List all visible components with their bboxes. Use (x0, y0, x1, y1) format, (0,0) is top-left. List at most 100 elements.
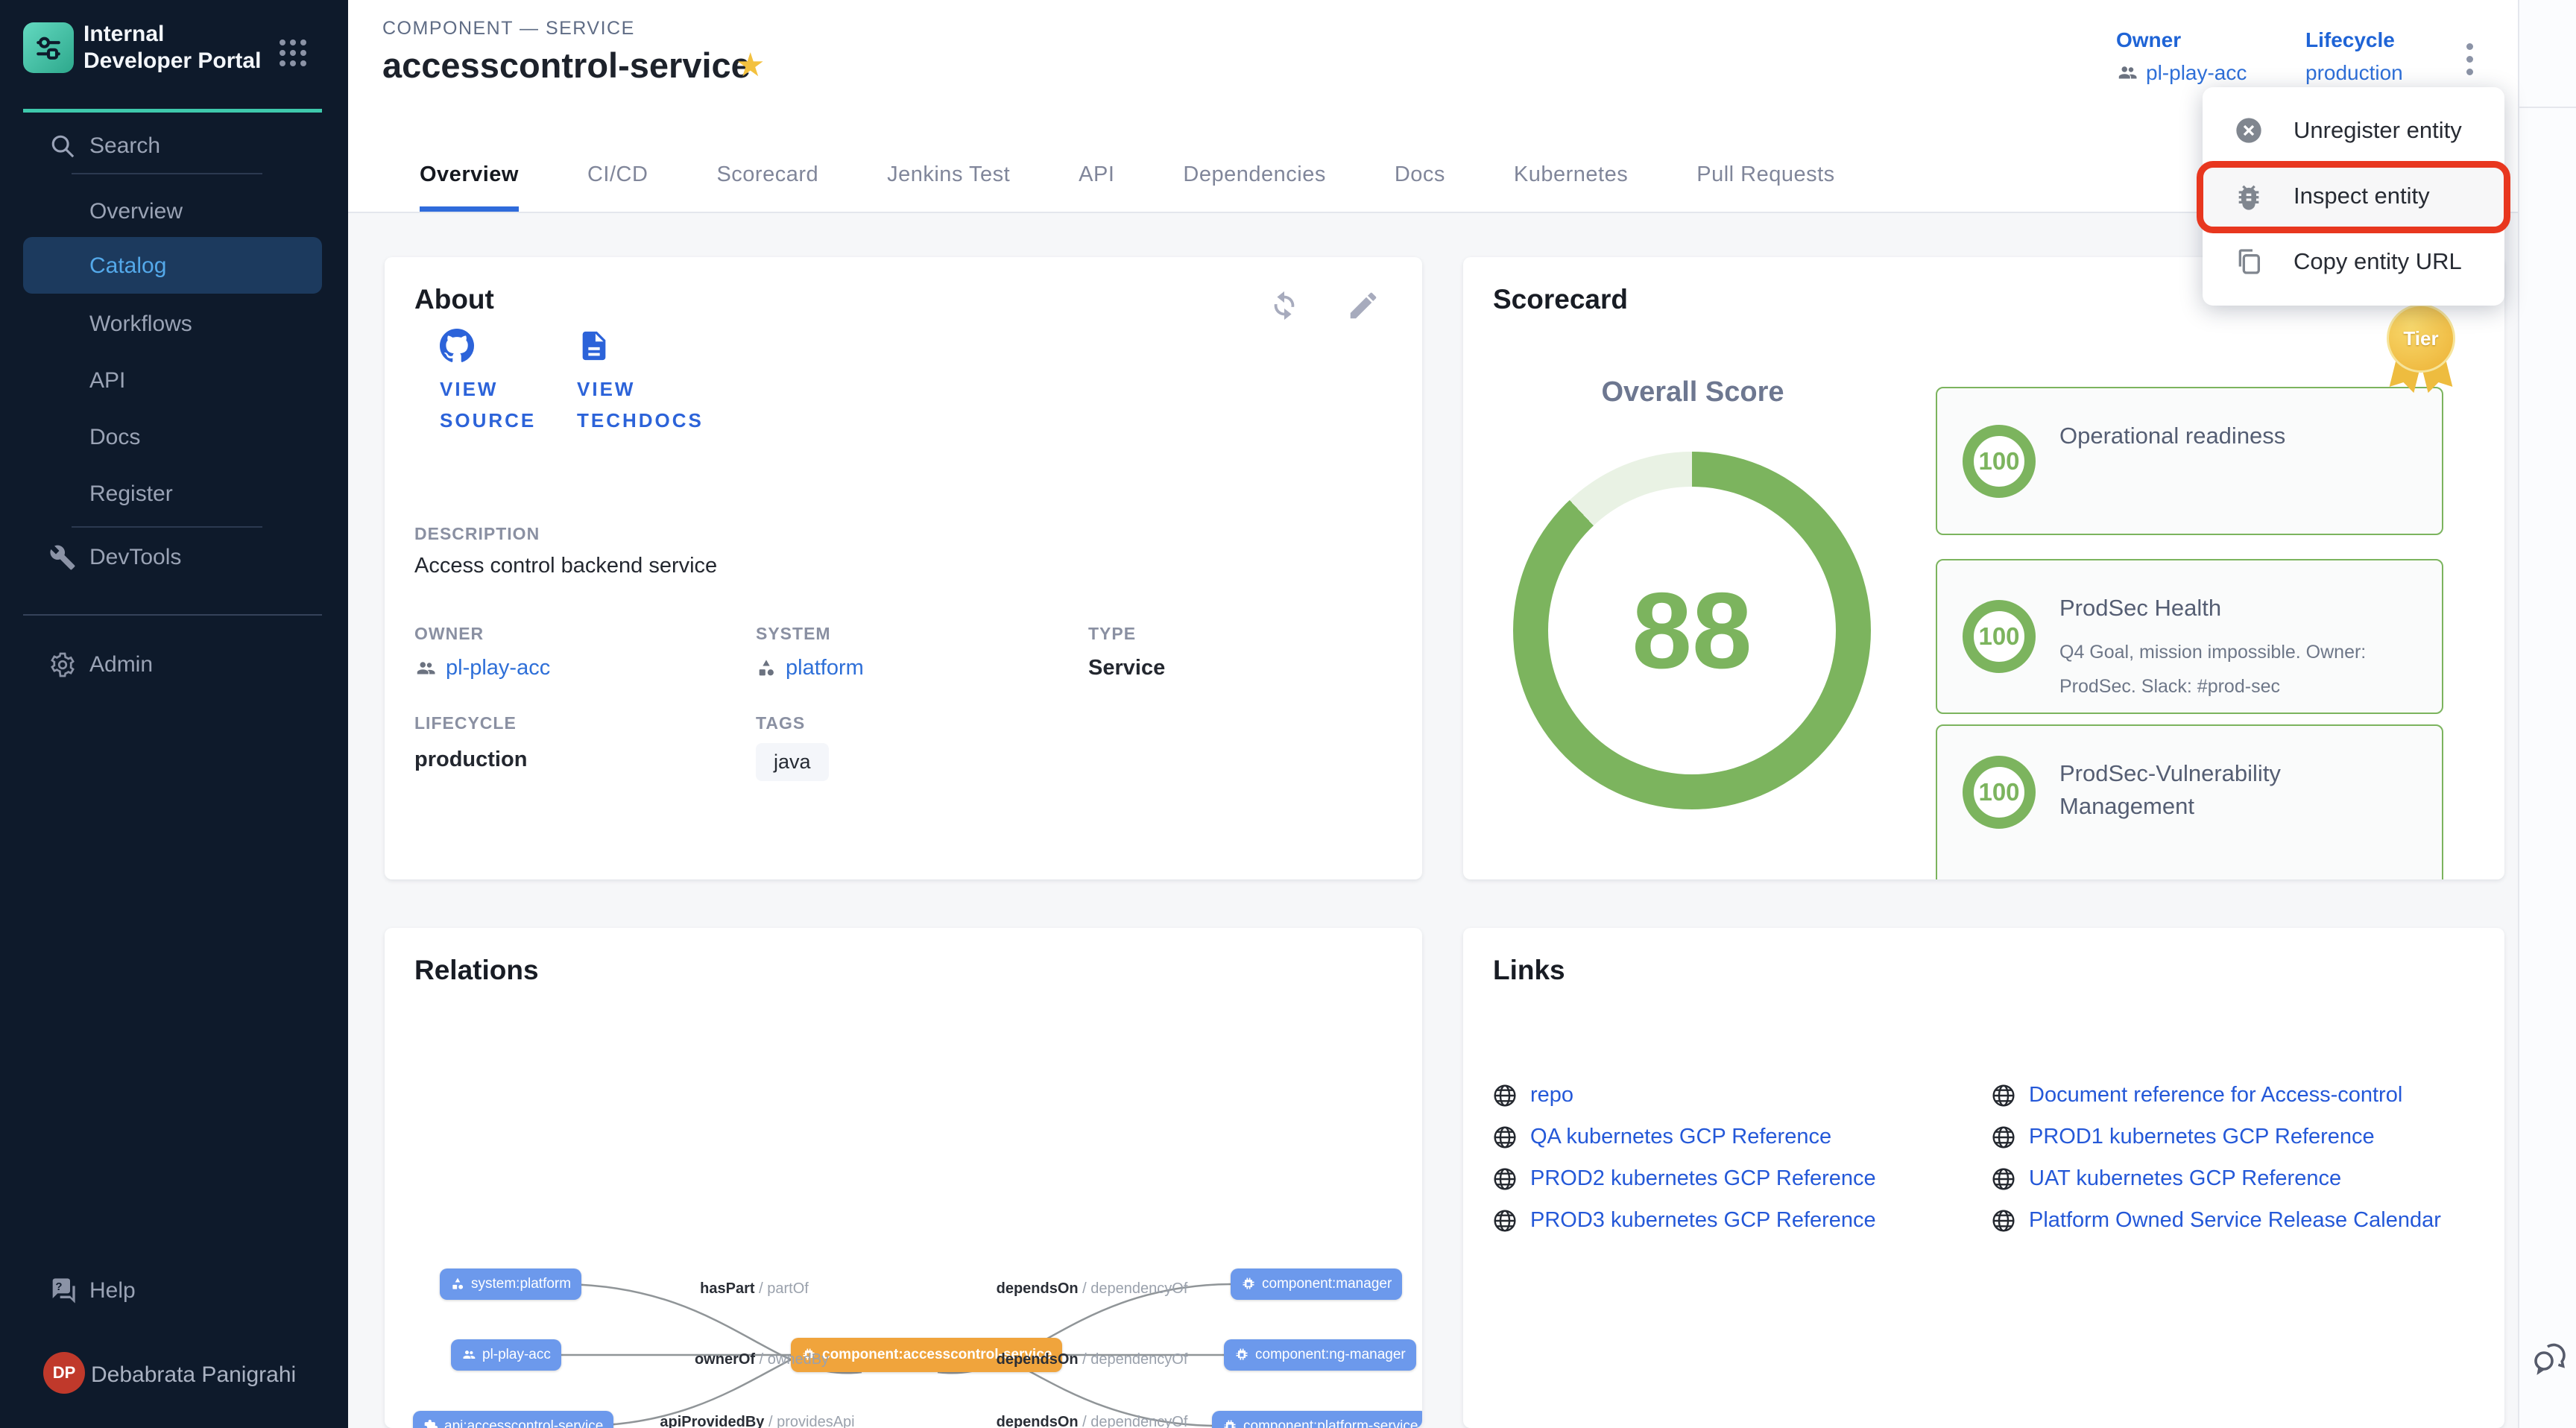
view-source-button[interactable]: VIEW SOURCE (440, 329, 581, 436)
tier-ribbon-badge: Tier (2384, 304, 2458, 394)
tab-api[interactable]: API (1079, 162, 1114, 212)
overall-score-label: Overall Score (1506, 376, 1879, 408)
user-avatar[interactable]: DP (43, 1352, 85, 1394)
sidebar-item-workflows[interactable]: Workflows (89, 312, 192, 337)
view-source-label: VIEW SOURCE (440, 373, 581, 436)
sidebar-search-label: Search (89, 133, 160, 159)
sidebar-item-devtools[interactable]: DevTools (0, 538, 348, 577)
owner-field-label: OWNER (414, 624, 484, 644)
gear-icon (48, 650, 78, 680)
relation-node-api-accesscontrol-service[interactable]: api:accesscontrol-service (413, 1411, 613, 1428)
link-uat-kubernetes[interactable]: UAT kubernetes GCP Reference (1992, 1166, 2341, 1191)
globe-icon (1992, 1084, 2015, 1108)
link-document-reference[interactable]: Document reference for Access-control (1992, 1083, 2402, 1108)
lifecycle-field-label: LIFECYCLE (414, 713, 517, 733)
score-ring: 100 (1963, 756, 2036, 829)
edit-pencil-icon[interactable] (1346, 288, 1380, 323)
tab-jenkins-test[interactable]: Jenkins Test (887, 162, 1010, 212)
entity-tabs: Overview CI/CD Scorecard Jenkins Test AP… (420, 162, 1835, 212)
description-label: DESCRIPTION (414, 524, 540, 544)
app-window: Internal Developer Portal Search Overvie… (0, 0, 2576, 1428)
relation-node-component-manager[interactable]: component:manager (1231, 1269, 1402, 1300)
relation-node-system-platform[interactable]: system:platform (440, 1269, 581, 1300)
sidebar-item-register[interactable]: Register (89, 481, 173, 507)
app-logo-icon (23, 22, 74, 73)
sidebar-item-admin[interactable]: Admin (0, 645, 348, 684)
api-icon (423, 1419, 438, 1428)
score-item-operational-readiness[interactable]: 100 Operational readiness (1936, 387, 2443, 535)
header-owner: Owner pl-play-acc (2116, 28, 2247, 85)
link-release-calendar[interactable]: Platform Owned Service Release Calendar (1992, 1208, 2441, 1233)
sidebar-item-catalog[interactable]: Catalog (89, 253, 166, 279)
entity-context-menu: Unregister entity Inspect entity Copy en… (2203, 87, 2504, 306)
link-repo[interactable]: repo (1493, 1083, 1573, 1108)
menu-item-inspect-entity[interactable]: Inspect entity (2203, 163, 2504, 229)
score-item-prodsec-health[interactable]: 100 ProdSec Health Q4 Goal, mission impo… (1936, 559, 2443, 714)
tag-chip-java[interactable]: java (756, 743, 829, 781)
sidebar: Internal Developer Portal Search Overvie… (0, 0, 348, 1428)
system-field-label: SYSTEM (756, 624, 831, 644)
globe-icon (1992, 1125, 2015, 1149)
sidebar-divider (72, 173, 262, 174)
entity-kind-breadcrumb: COMPONENT — SERVICE (382, 18, 635, 40)
relation-node-component-ng-manager[interactable]: component:ng-manager (1224, 1339, 1416, 1371)
system-field-value[interactable]: platform (756, 656, 864, 680)
edge-label: ownerOf / ownedBy (695, 1351, 829, 1368)
tab-pull-requests[interactable]: Pull Requests (1696, 162, 1834, 212)
group-icon (2116, 62, 2138, 84)
entity-header: COMPONENT — SERVICE accesscontrol-servic… (348, 0, 2518, 213)
view-techdocs-button[interactable]: VIEW TECHDOCS (577, 329, 719, 436)
tab-overview[interactable]: Overview (420, 162, 519, 212)
globe-icon (1493, 1125, 1517, 1149)
relation-node-component-platform-service[interactable]: component:platform-service (1212, 1411, 1422, 1428)
tier-badge-label: Tier (2387, 304, 2455, 373)
tab-dependencies[interactable]: Dependencies (1183, 162, 1325, 212)
lifecycle-field-value: production (414, 748, 527, 772)
link-prod3-kubernetes[interactable]: PROD3 kubernetes GCP Reference (1493, 1208, 1876, 1233)
about-title: About (414, 284, 494, 315)
description-value: Access control backend service (414, 554, 717, 578)
owner-link[interactable]: pl-play-acc (2116, 61, 2247, 85)
link-prod2-kubernetes[interactable]: PROD2 kubernetes GCP Reference (1493, 1166, 1876, 1191)
refresh-icon[interactable] (1267, 288, 1301, 323)
score-item-subtitle: Q4 Goal, mission impossible. Owner: Prod… (2059, 635, 2410, 704)
sidebar-divider (72, 526, 262, 528)
tab-docs[interactable]: Docs (1395, 162, 1445, 212)
owner-label: Owner (2116, 28, 2247, 52)
menu-item-unregister-entity[interactable]: Unregister entity (2203, 98, 2504, 163)
lifecycle-label: Lifecycle (2305, 28, 2403, 52)
sidebar-active-pill[interactable] (23, 237, 322, 294)
menu-item-copy-entity-url[interactable]: Copy entity URL (2203, 229, 2504, 294)
user-name[interactable]: Debabrata Panigrahi (91, 1362, 296, 1388)
sidebar-item-help[interactable]: ? Help (0, 1271, 348, 1310)
globe-icon (1992, 1167, 2015, 1191)
sidebar-item-api[interactable]: API (89, 368, 125, 394)
sidebar-search[interactable]: Search (0, 127, 348, 165)
favorite-star-icon[interactable]: ★ (736, 46, 765, 84)
sidebar-item-overview[interactable]: Overview (89, 199, 183, 224)
group-icon (461, 1348, 476, 1362)
search-icon (48, 131, 78, 161)
sidebar-item-docs[interactable]: Docs (89, 425, 140, 450)
edge-label: hasPart / partOf (700, 1280, 809, 1298)
component-icon (1241, 1277, 1256, 1292)
owner-field-value[interactable]: pl-play-acc (414, 656, 550, 680)
link-prod1-kubernetes[interactable]: PROD1 kubernetes GCP Reference (1992, 1125, 2375, 1149)
type-field-label: TYPE (1088, 624, 1136, 644)
link-qa-kubernetes[interactable]: QA kubernetes GCP Reference (1493, 1125, 1831, 1149)
relation-node-pl-play-acc[interactable]: pl-play-acc (451, 1339, 561, 1371)
more-actions-kebab-icon[interactable] (2452, 34, 2487, 83)
cancel-icon (2234, 116, 2264, 145)
tab-cicd[interactable]: CI/CD (587, 162, 648, 212)
tags-field-label: TAGS (756, 713, 805, 733)
globe-icon (1493, 1167, 1517, 1191)
links-card: Links repo QA kubernetes GCP Reference P… (1463, 928, 2504, 1428)
feedback-chat-icon[interactable] (2530, 1338, 2572, 1380)
group-icon (414, 657, 437, 680)
tab-kubernetes[interactable]: Kubernetes (1514, 162, 1628, 212)
apps-grid-icon[interactable] (277, 37, 309, 69)
sidebar-help-label: Help (89, 1278, 136, 1304)
tab-scorecard[interactable]: Scorecard (716, 162, 818, 212)
score-item-title: ProdSec-Vulnerability Management (2059, 757, 2387, 823)
score-item-prodsec-vulnerability[interactable]: 100 ProdSec-Vulnerability Management (1936, 724, 2443, 879)
